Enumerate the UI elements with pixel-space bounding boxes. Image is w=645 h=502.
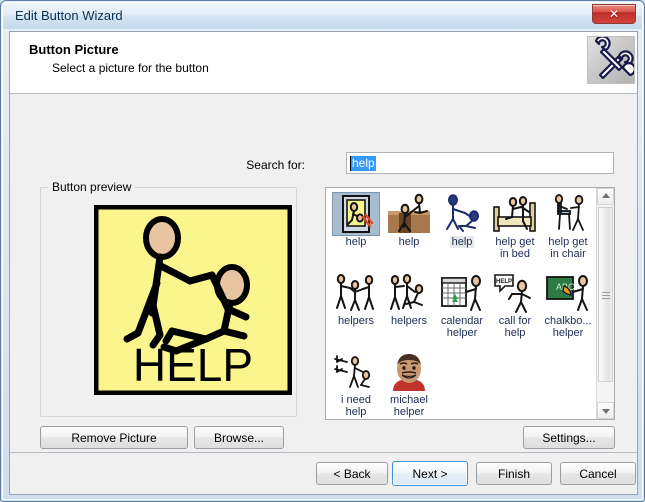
- picture-grid-item[interactable]: help get in chair: [542, 191, 594, 270]
- help-framed-picture-icon: [332, 192, 380, 236]
- grid-scrollbar[interactable]: [596, 188, 614, 419]
- picture-grid-item-label: i need help: [341, 394, 371, 418]
- browse-button[interactable]: Browse...: [194, 426, 284, 449]
- main-pane: Search for: help HELP Button preview hel…: [10, 94, 637, 452]
- picture-grid-item-label: call for help: [498, 315, 532, 339]
- picture-grid-panel: help help help help get in bed help get in c…: [325, 187, 615, 420]
- picture-grid-item-label: help get in bed: [495, 236, 535, 260]
- button-preview-group: HELP: [40, 187, 297, 417]
- search-label: Search for:: [246, 158, 305, 172]
- page-subtitle: Select a picture for the button: [52, 61, 209, 75]
- picture-grid-item[interactable]: help: [330, 191, 382, 270]
- scrollbar-grip-icon: [602, 290, 610, 300]
- i-need-help-icon: [333, 351, 379, 393]
- search-input-value: help: [351, 156, 376, 171]
- picture-grid-item-label: help get in chair: [548, 236, 588, 260]
- picture-grid-item-label: help: [449, 236, 475, 248]
- helpers-group-icon: [386, 272, 432, 314]
- window-title: Edit Button Wizard: [15, 8, 123, 23]
- chalkboard-helper-icon: ABC: [545, 272, 591, 314]
- picture-grid-item[interactable]: ABCchalkbo... helper: [542, 270, 594, 349]
- help-get-in-bed-icon: [492, 193, 538, 235]
- title-bar[interactable]: Edit Button Wizard ✕: [3, 3, 642, 29]
- picture-grid-item[interactable]: i need help: [330, 349, 382, 419]
- scrollbar-thumb[interactable]: [598, 207, 613, 382]
- settings-button[interactable]: Settings...: [523, 426, 615, 449]
- calendar-helper-icon: [439, 272, 485, 314]
- michael-photo-icon: [386, 351, 432, 393]
- picture-grid-item-label: help: [345, 236, 367, 248]
- close-button[interactable]: ✕: [592, 4, 636, 24]
- picture-grid-item[interactable]: help: [436, 191, 488, 270]
- picture-grid-item[interactable]: helpers: [330, 270, 382, 349]
- scroll-up-arrow-icon[interactable]: [597, 188, 614, 205]
- picture-grid-item-label: help: [398, 236, 420, 248]
- button-preview-legend: Button preview: [48, 180, 136, 194]
- picture-grid-item[interactable]: help: [383, 191, 435, 270]
- back-button[interactable]: < Back: [316, 462, 388, 485]
- picture-grid[interactable]: help help help help get in bed help get in c…: [326, 188, 596, 419]
- picture-grid-item-label: helpers: [337, 315, 375, 327]
- picture-grid-item[interactable]: HELP call for help: [489, 270, 541, 349]
- picture-grid-item-label: michael helper: [390, 394, 428, 418]
- tools-icon: [587, 36, 635, 84]
- help-lift-up-icon: [439, 193, 485, 235]
- picture-grid-item-label: helpers: [390, 315, 428, 327]
- scroll-down-arrow-icon[interactable]: [597, 402, 614, 419]
- search-input[interactable]: [346, 152, 614, 174]
- picture-grid-item[interactable]: michael helper: [383, 349, 435, 419]
- close-icon: ✕: [608, 7, 620, 21]
- svg-text:HELP: HELP: [133, 339, 253, 391]
- call-for-help-icon: HELP: [492, 272, 538, 314]
- next-button[interactable]: Next >: [392, 461, 468, 486]
- button-preview-symbol: HELP: [91, 202, 295, 398]
- picture-grid-item[interactable]: calendar helper: [436, 270, 488, 349]
- picture-grid-item-label: calendar helper: [440, 315, 484, 339]
- dialog-window: Edit Button Wizard ✕ Button Picture Sele…: [0, 0, 645, 502]
- remove-picture-button[interactable]: Remove Picture: [40, 426, 188, 449]
- cancel-button[interactable]: Cancel: [560, 462, 636, 485]
- finish-button[interactable]: Finish: [476, 462, 552, 485]
- help-out-of-hole-icon: [386, 193, 432, 235]
- dialog-body: Button Picture Select a picture for the …: [9, 31, 638, 495]
- picture-grid-item[interactable]: helpers: [383, 270, 435, 349]
- header-band: Button Picture Select a picture for the …: [10, 32, 637, 94]
- picture-grid-item-label: chalkbo... helper: [544, 315, 592, 339]
- picture-grid-item[interactable]: help get in bed: [489, 191, 541, 270]
- svg-text:HELP: HELP: [496, 279, 512, 285]
- page-title: Button Picture: [29, 42, 119, 57]
- helpers-three-icon: [333, 272, 379, 314]
- help-get-in-chair-icon: [545, 193, 591, 235]
